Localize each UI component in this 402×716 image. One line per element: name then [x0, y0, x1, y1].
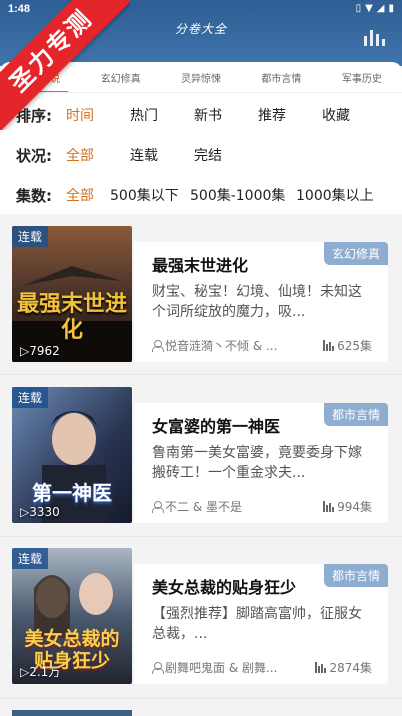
episode-count: 625集	[337, 339, 372, 353]
book-cover[interactable]: 连载 美女总裁的贴身狂少 ▷2.1万	[12, 548, 132, 684]
episodes-icon	[323, 340, 335, 351]
book-card[interactable]: 连载 最强末世进化 ▷7962 最强末世进化 玄幻修真 财宝、秘宝！幻境、仙境！…	[12, 226, 390, 362]
tab-romance[interactable]: 都市言情	[241, 70, 321, 85]
next-book-cover[interactable]	[12, 710, 132, 716]
book-description: 鲁南第一美女富婆，竟要委身下嫁搬砖工！一个重金求夫...	[152, 445, 362, 481]
status-label: 状况:	[16, 146, 52, 165]
test-ribbon: 圣力专测	[0, 0, 130, 130]
sort-recommended[interactable]: 推荐	[258, 105, 322, 125]
book-title: 美女总裁的贴身狂少	[152, 578, 297, 597]
vibrate-icon: ▯	[355, 3, 362, 14]
episodes-over-1000[interactable]: 1000集以上	[296, 185, 376, 205]
genre-badge: 都市言情	[323, 564, 388, 587]
book-description: 【强烈推荐】脚踏高富帅，征服女总裁，...	[152, 606, 362, 642]
battery-icon: ▮	[388, 3, 394, 14]
episode-count: 994集	[337, 500, 372, 514]
ranking-icon[interactable]	[364, 28, 386, 46]
book-cover[interactable]: 连载 第一神医 ▷3330	[12, 387, 132, 523]
serial-badge: 连载	[12, 548, 49, 569]
episodes-under-500[interactable]: 500集以下	[110, 185, 190, 205]
play-count: ▷2.1万	[20, 665, 61, 679]
tab-military[interactable]: 军事历史	[322, 70, 402, 85]
episodes-label: 集数:	[16, 186, 52, 205]
wifi-icon: ▼	[365, 3, 373, 14]
status-all[interactable]: 全部	[66, 145, 130, 165]
episode-count: 2874集	[329, 661, 372, 675]
book-card[interactable]: 连载 美女总裁的贴身狂少 ▷2.1万 美女总裁的贴身狂少 都市言情 【强烈推荐】…	[12, 548, 390, 684]
status-serial[interactable]: 连载	[130, 145, 194, 165]
cover-title: 第一神医	[32, 481, 112, 505]
book-title: 女富婆的第一神医	[152, 417, 281, 436]
book-title: 最强末世进化	[152, 256, 249, 275]
episodes-row: 集数: 全部 500集以下 500集-1000集 1000集以上	[16, 183, 376, 207]
episodes-icon	[323, 501, 335, 512]
play-count: ▷3330	[20, 505, 60, 519]
book-info: 女富婆的第一神医 都市言情 鲁南第一美女富婆，竟要委身下嫁搬砖工！一个重金求夫.…	[134, 403, 388, 523]
episodes-all[interactable]: 全部	[66, 185, 110, 205]
book-info: 美女总裁的贴身狂少 都市言情 【强烈推荐】脚踏高富帅，征服女总裁，... 剧舞吧…	[134, 564, 388, 684]
book-authors: 不二 & 墨不是	[165, 500, 242, 514]
genre-badge: 都市言情	[323, 403, 388, 426]
user-icon	[152, 501, 164, 513]
book-info: 最强末世进化 玄幻修真 财宝、秘宝！幻境、仙境！未知这个词所绽放的魔力，吸...…	[134, 242, 388, 362]
genre-badge: 玄幻修真	[323, 242, 388, 265]
status-finished[interactable]: 完结	[194, 145, 258, 165]
cover-title: 最强末世进化	[16, 292, 127, 343]
sort-new[interactable]: 新书	[194, 105, 258, 125]
play-count: ▷7962	[20, 344, 60, 358]
serial-badge: 连载	[12, 387, 49, 408]
book-cover[interactable]: 连载 最强末世进化 ▷7962	[12, 226, 132, 362]
sort-hot[interactable]: 热门	[130, 105, 194, 125]
user-icon	[152, 662, 164, 674]
book-authors: 剧舞吧鬼面 & 剧舞...	[165, 661, 278, 675]
book-card[interactable]: 连载 第一神医 ▷3330 女富婆的第一神医 都市言情 鲁南第一美女富婆，竟要委…	[12, 387, 390, 523]
book-authors: 悦音涟漪丶不倾 & ...	[165, 339, 278, 353]
tab-thriller[interactable]: 灵异惊悚	[161, 70, 241, 85]
serial-badge: 连载	[12, 226, 49, 247]
signal-icon: ◢	[376, 3, 385, 14]
status-row: 状况: 全部 连载 完结	[16, 143, 258, 167]
episodes-icon	[315, 662, 327, 673]
book-description: 财宝、秘宝！幻境、仙境！未知这个词所绽放的魔力，吸...	[152, 284, 362, 320]
user-icon	[152, 340, 164, 352]
sort-favorites[interactable]: 收藏	[322, 105, 370, 125]
episodes-500-1000[interactable]: 500集-1000集	[190, 185, 296, 205]
